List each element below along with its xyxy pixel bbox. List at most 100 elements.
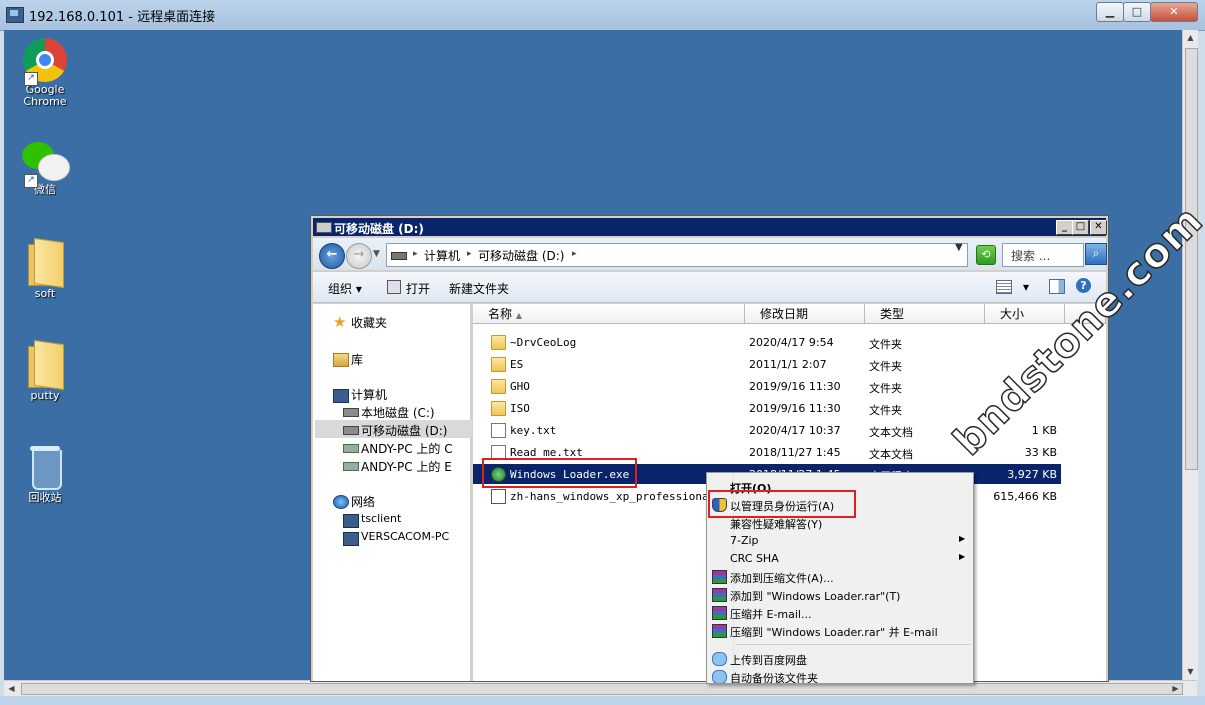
winrar-icon [712,588,727,602]
scroll-right-arrow-icon[interactable]: ▶ [1168,681,1183,696]
submenu-arrow-icon: ▶ [959,552,966,561]
breadcrumb-arrow-icon[interactable]: ▸ [572,249,577,259]
nav-removable-disk-d[interactable]: 可移动磁盘 (D:) [361,422,447,439]
file-type: 文本文档 [869,426,913,439]
scroll-down-arrow-icon[interactable]: ▼ [1183,664,1198,680]
menu-item-crc-sha[interactable]: CRC SHA ▶ [707,549,973,567]
column-header-name[interactable]: 名称 ▲ [473,304,745,324]
drive-icon [391,252,407,260]
minimize-button[interactable]: ▁ [1096,2,1124,22]
column-header-type[interactable]: 类型 [865,304,985,324]
desktop-icon-label: Google Chrome [23,83,67,108]
file-row[interactable]: GHO 2019/9/16 11:30 文件夹 [473,376,1061,396]
scroll-up-arrow-icon[interactable]: ▲ [1183,30,1198,46]
file-name: ES [510,358,524,371]
folder-icon [491,357,506,372]
address-bar-row: ← → ▼ ▸ 计算机 ▸ 可移动磁盘 (D:) ▸ ▼ ⟲ 搜索 ... ⌕ [313,238,1107,270]
nav-versacom-pc[interactable]: VERSCACOM-PC [361,530,449,543]
hard-disk-icon [343,408,359,417]
baidu-netdisk-icon [712,670,727,683]
nav-network[interactable]: 网络 [351,493,375,510]
winrar-icon [712,606,727,620]
folder-icon [26,339,64,391]
desktop-icon-label: 微信 [34,183,56,196]
menu-item-auto-backup[interactable]: 自动备份该文件夹 [707,667,973,683]
file-date: 2020/4/17 10:37 [749,424,841,437]
file-size: 615,466 KB [993,490,1057,503]
preview-pane-icon[interactable] [1049,279,1065,294]
shortcut-arrow-icon: ↗ [24,72,38,86]
view-options-icon[interactable] [996,280,1012,294]
file-row[interactable]: ES 2011/1/1 2:07 文件夹 [473,354,1061,374]
menu-item-add-to-archive[interactable]: 添加到压缩文件(A)... [707,567,973,585]
breadcrumb-arrow-icon[interactable]: ▸ [413,249,418,259]
horizontal-scrollbar[interactable]: ◀ ▶ [4,680,1197,696]
history-dropdown-icon[interactable]: ▼ [373,249,380,259]
rdp-titlebar: 192.168.0.101 - 远程桌面连接 ▁ □ ✕ [0,0,1205,31]
text-file-icon [491,423,506,438]
winrar-icon [712,624,727,638]
breadcrumb-computer[interactable]: 计算机 [424,247,460,264]
scrollbar-thumb[interactable] [21,683,1183,695]
desktop-icon-wechat[interactable]: ↗ 微信 [10,142,80,196]
folder-icon [491,401,506,416]
nav-andy-pc-e[interactable]: ANDY-PC 上的 E [361,458,452,475]
winrar-icon [712,570,727,584]
menu-item-compress-email[interactable]: 压缩并 E-mail... [707,603,973,621]
menu-item-add-to-rar[interactable]: 添加到 "Windows Loader.rar"(T) [707,585,973,603]
menu-separator [735,644,971,645]
search-icon[interactable]: ⌕ [1085,243,1107,265]
desktop-icon-label: putty [30,389,60,402]
nav-tsclient[interactable]: tsclient [361,512,401,525]
explorer-minimize-button[interactable]: _ [1056,220,1073,235]
column-header-date[interactable]: 修改日期 [745,304,865,324]
search-input[interactable]: 搜索 ... [1002,243,1084,267]
forward-button[interactable]: → [346,243,372,269]
view-dropdown-icon[interactable]: ▾ [1023,280,1029,294]
explorer-titlebar: 可移动磁盘 (D:) _ □ ✕ [313,218,1107,236]
desktop-icon-chrome[interactable]: ↗ Google Chrome [10,38,80,108]
computer-icon [333,389,349,403]
open-button[interactable]: 打开 [406,280,430,297]
breadcrumb-arrow-icon[interactable]: ▸ [467,249,472,259]
nav-local-disk-c[interactable]: 本地磁盘 (C:) [361,404,435,421]
nav-libraries[interactable]: 库 [351,351,363,368]
close-button[interactable]: ✕ [1150,2,1198,22]
sort-ascending-icon: ▲ [515,311,522,320]
scroll-left-arrow-icon[interactable]: ◀ [4,681,19,696]
monitor-icon [343,514,359,528]
column-header-size[interactable]: 大小 [985,304,1065,324]
desktop-icon-recycle-bin[interactable]: 回收站 [10,444,80,504]
desktop-icon-label: 回收站 [28,491,62,504]
shortcut-arrow-icon: ↗ [24,174,38,188]
menu-item-compress-to-rar-email[interactable]: 压缩到 "Windows Loader.rar" 并 E-mail [707,621,973,639]
desktop-icon-soft[interactable]: soft [10,237,80,300]
breadcrumb-removable-disk[interactable]: 可移动磁盘 (D:) [478,247,564,264]
address-dropdown-icon[interactable]: ▼ [955,242,963,253]
file-date: 2020/4/17 9:54 [749,336,834,349]
folder-icon [26,237,64,289]
menu-item-upload-baidu[interactable]: 上传到百度网盘 [707,649,973,667]
nav-favorites[interactable]: 收藏夹 [351,314,387,331]
address-box[interactable]: ▸ 计算机 ▸ 可移动磁盘 (D:) ▸ [386,243,968,267]
file-type: 文件夹 [869,404,902,417]
explorer-close-button[interactable]: ✕ [1090,220,1107,235]
nav-computer[interactable]: 计算机 [351,386,387,403]
new-folder-button[interactable]: 新建文件夹 [449,280,509,297]
search-placeholder: 搜索 ... [1011,249,1051,263]
refresh-icon[interactable]: ⟲ [976,245,996,265]
highlight-box-selected-file [482,458,637,488]
file-date: 2019/9/16 11:30 [749,380,841,393]
explorer-maximize-button[interactable]: □ [1072,220,1089,235]
back-button[interactable]: ← [319,243,345,269]
maximize-button[interactable]: □ [1123,2,1151,22]
explorer-title: 可移动磁盘 (D:) [334,222,424,236]
monitor-icon [343,532,359,546]
menu-item-7zip[interactable]: 7-Zip ▶ [707,531,973,549]
desktop-icon-putty[interactable]: putty [10,339,80,402]
nav-andy-pc-c[interactable]: ANDY-PC 上的 C [361,440,453,457]
organize-button[interactable]: 组织 ▾ [328,280,362,297]
removable-drive-icon [343,426,359,435]
file-row[interactable]: ~DrvCeoLog 2020/4/17 9:54 文件夹 [473,332,1061,352]
vertical-scrollbar[interactable]: ▲ ▼ [1182,30,1198,680]
